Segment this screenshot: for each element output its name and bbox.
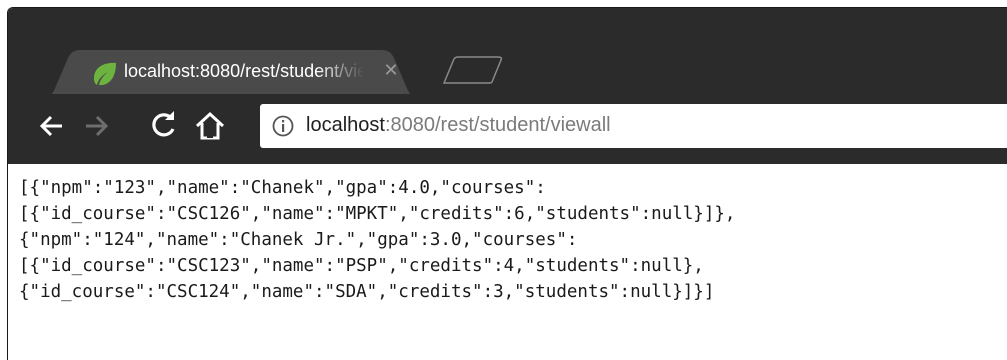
info-icon[interactable] [272, 115, 294, 137]
tab-active[interactable]: localhost:8080/rest/student/viewall ✕ [34, 50, 428, 100]
page-content: [{"npm":"123","name":"Chanek","gpa":4.0,… [8, 164, 1007, 360]
spring-leaf-icon [92, 62, 118, 86]
tab-strip: localhost:8080/rest/student/viewall ✕ [8, 50, 1007, 100]
url-host: localhost [306, 114, 385, 136]
new-tab-button[interactable] [440, 56, 506, 84]
json-line-4: [{"id_course":"CSC123","name":"PSP","cre… [19, 256, 704, 276]
tab-title: localhost:8080/rest/student/viewall [124, 61, 364, 81]
arrow-right-icon[interactable] [78, 108, 114, 144]
json-line-1: [{"npm":"123","name":"Chanek","gpa":4.0,… [19, 178, 546, 198]
close-icon[interactable]: ✕ [380, 60, 402, 82]
home-icon[interactable] [192, 108, 228, 144]
arrow-left-icon[interactable] [34, 108, 70, 144]
json-line-2: [{"id_course":"CSC126","name":"MPKT","cr… [19, 204, 736, 224]
url-path: :8080/rest/student/viewall [384, 114, 611, 136]
json-line-3: {"npm":"124","name":"Chanek Jr.","gpa":3… [19, 230, 578, 250]
browser-window: localhost:8080/rest/student/viewall ✕ [7, 7, 1007, 360]
address-bar[interactable]: localhost:8080/rest/student/viewall [260, 104, 1007, 148]
url-text[interactable]: localhost:8080/rest/student/viewall [306, 114, 611, 137]
json-line-5: {"id_course":"CSC124","name":"SDA","cred… [19, 282, 715, 302]
toolbar: localhost:8080/rest/student/viewall [8, 94, 1007, 164]
reload-icon[interactable] [146, 108, 182, 144]
